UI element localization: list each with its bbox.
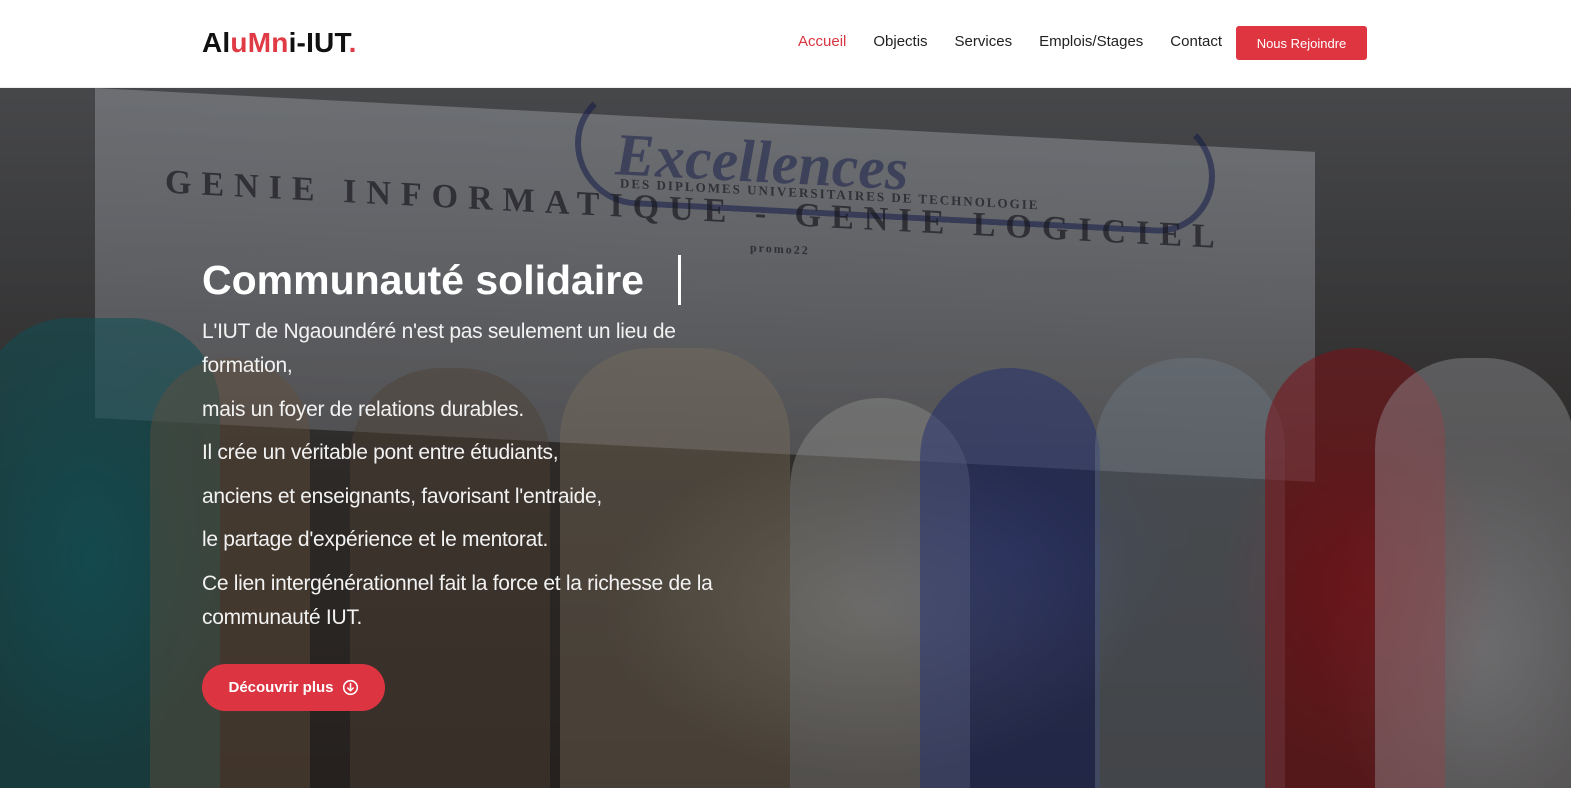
hero-paragraph: mais un foyer de relations durables. [202, 398, 524, 421]
hero-paragraph: L'IUT de Ngaoundéré n'est pas seulement … [202, 320, 676, 377]
site-header: AluMni-IUT. Accueil Objectis Services Em… [0, 0, 1571, 88]
logo-dot: . [348, 27, 357, 58]
hero-title: Communauté solidaire [202, 257, 644, 303]
main-nav: Accueil Objectis Services Emplois/Stages… [798, 33, 1249, 51]
nav-link-emplois-stages[interactable]: Emplois/Stages [1039, 33, 1143, 51]
logo-part: u [230, 27, 248, 58]
hero-paragraph: Il crée un véritable pont entre étudiant… [202, 441, 559, 464]
typing-cursor [678, 255, 681, 305]
nav-link-accueil[interactable]: Accueil [798, 33, 846, 51]
discover-more-button[interactable]: Découvrir plus [202, 664, 385, 711]
discover-more-label: Découvrir plus [228, 679, 334, 696]
nav-link-contact[interactable]: Contact [1170, 33, 1222, 51]
nav-link-services[interactable]: Services [955, 33, 1013, 51]
site-logo[interactable]: AluMni-IUT. [202, 27, 357, 59]
hero-paragraph: anciens et enseignants, favorisant l'ent… [202, 485, 602, 508]
nav-link-objectis[interactable]: Objectis [873, 33, 927, 51]
hero-paragraph: le partage d'expérience et le mentorat. [202, 528, 549, 551]
join-button[interactable]: Nous Rejoindre [1236, 26, 1367, 60]
logo-part: n [271, 27, 289, 58]
hero-paragraph: Ce lien intergénérationnel fait la force… [202, 572, 713, 629]
logo-part: i-IUT [288, 27, 349, 58]
logo-part: Al [202, 27, 231, 58]
arrow-down-circle-icon [342, 679, 358, 696]
logo-part: M [247, 27, 272, 58]
